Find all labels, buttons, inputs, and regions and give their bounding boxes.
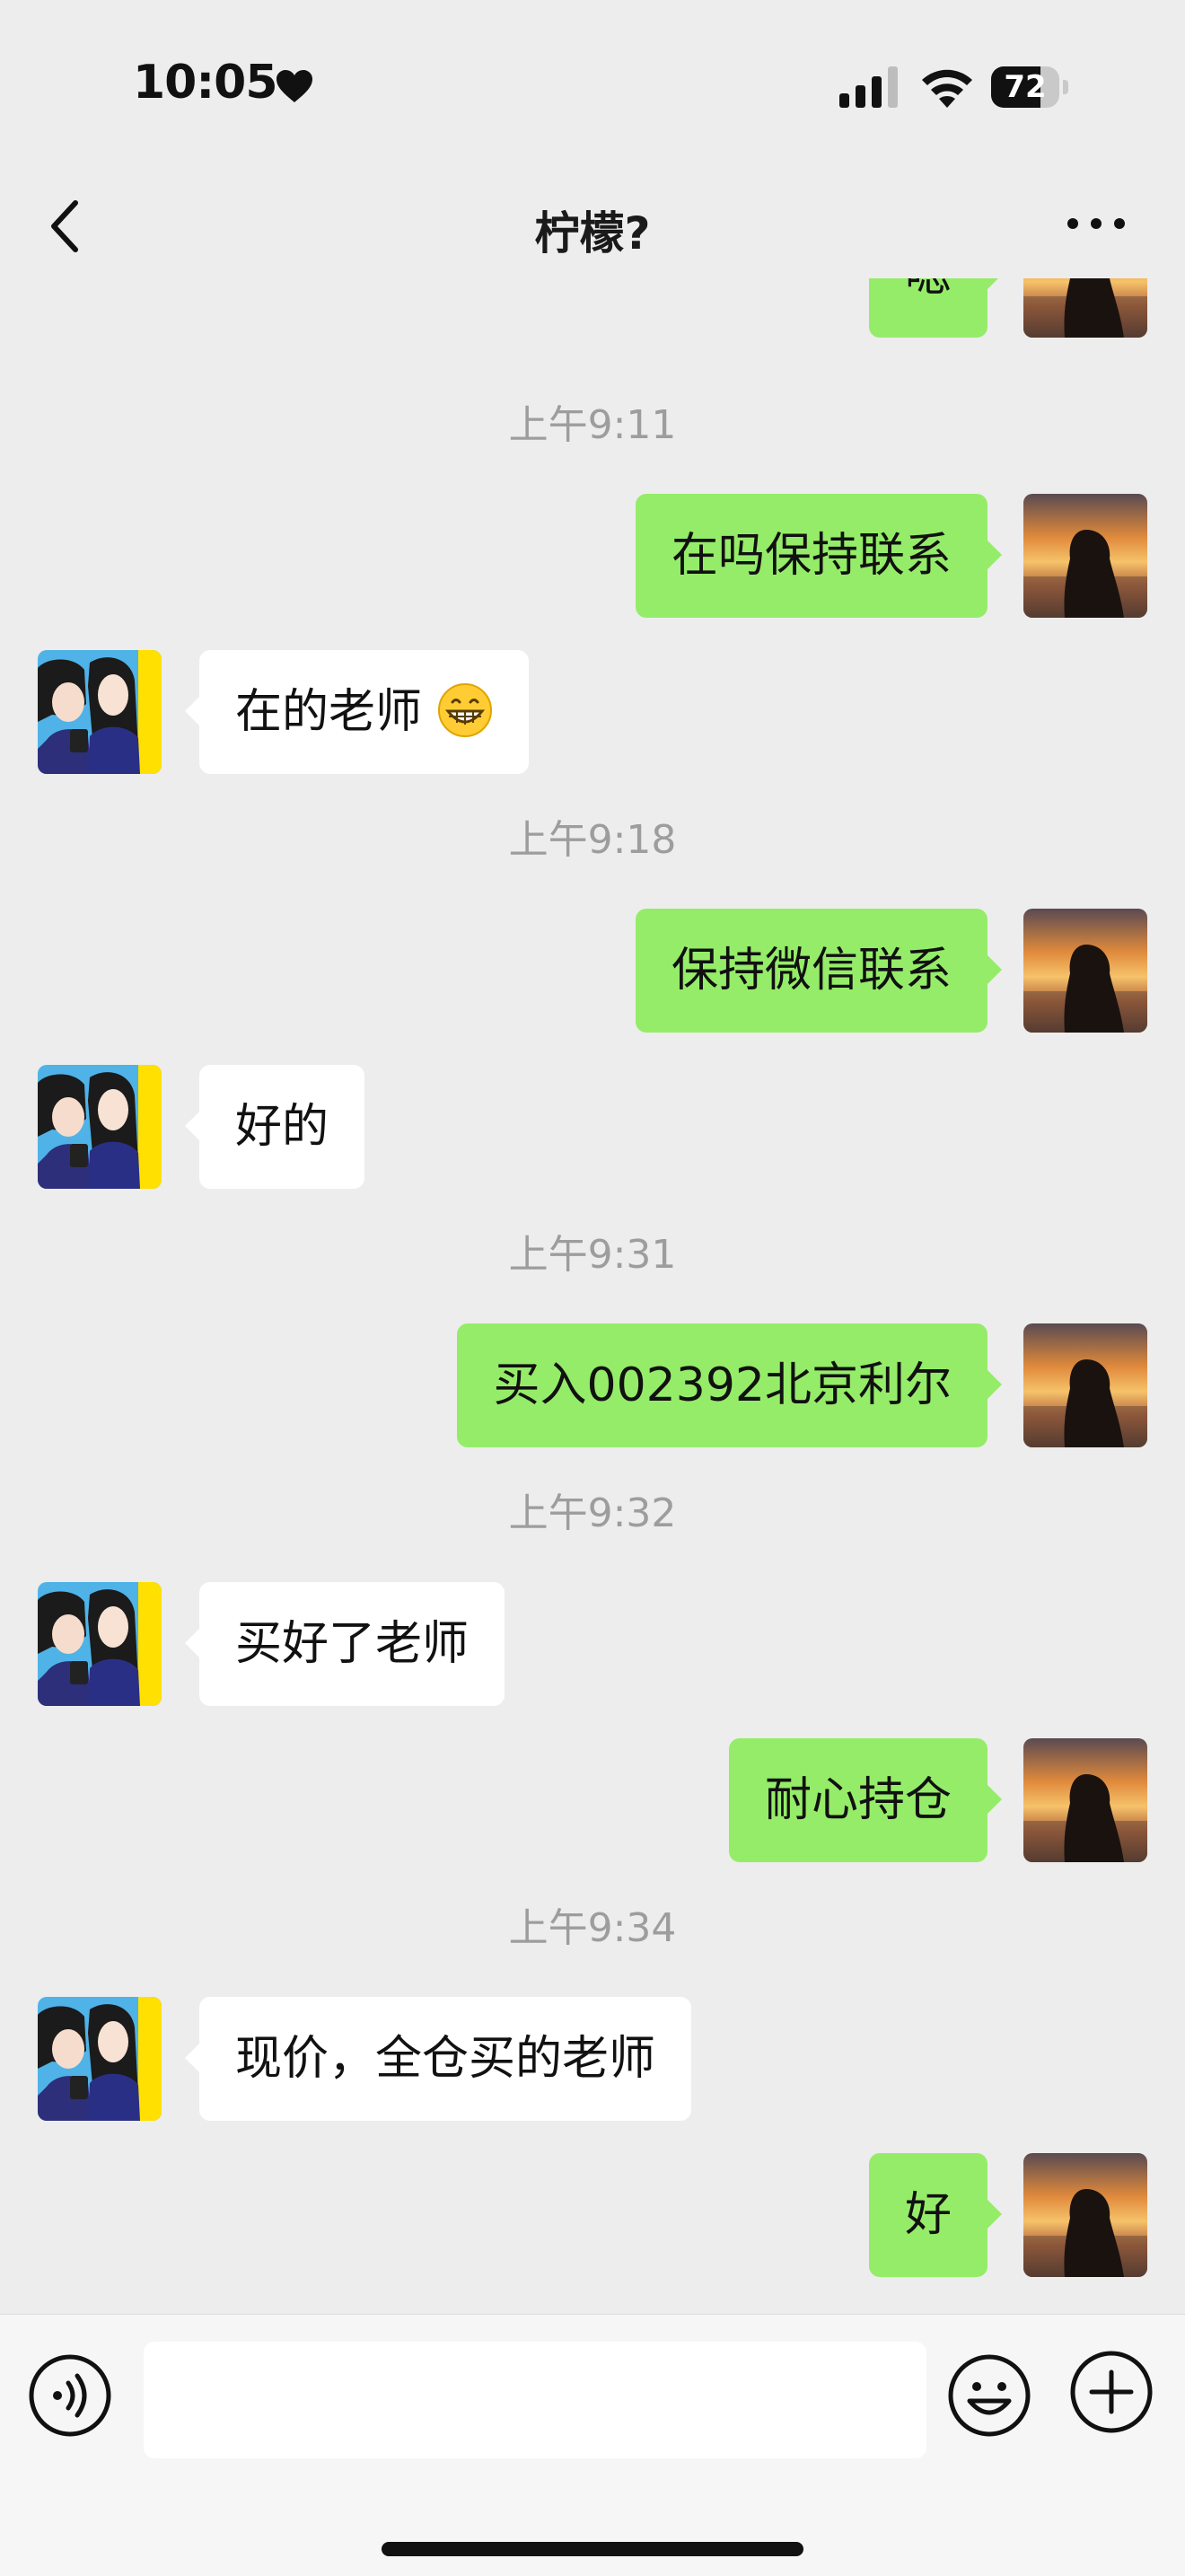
status-time: 10:05: [133, 56, 278, 110]
chat-header: 柠檬?: [0, 171, 1185, 278]
message-text: 好的: [235, 1100, 329, 1154]
contact-avatar[interactable]: [38, 1065, 162, 1189]
message-text: 买好了老师: [235, 1617, 470, 1671]
home-indicator[interactable]: [382, 2542, 803, 2556]
chat-title: 柠檬?: [534, 207, 651, 259]
wifi-icon: [922, 69, 972, 108]
outgoing-message-bubble[interactable]: 好: [868, 2153, 1003, 2277]
incoming-message-bubble[interactable]: 现价，全仓买的老师: [184, 1997, 692, 2121]
battery-indicator: 72: [991, 66, 1068, 108]
message-input[interactable]: [144, 2342, 926, 2458]
message-text: 现价，全仓买的老师: [235, 2032, 656, 2086]
message-text: 在的老师: [235, 685, 423, 739]
contact-avatar[interactable]: [38, 1997, 162, 2121]
my-avatar[interactable]: [1023, 278, 1147, 338]
message-list[interactable]: 嗯 上午9:11 在吗保持联系 在的老师 上午9:18 保持微信联系 好的 上午…: [0, 278, 1185, 2314]
emoji-smiley-icon[interactable]: [946, 2352, 1032, 2439]
contact-avatar[interactable]: [38, 1582, 162, 1706]
heart-icon: [276, 70, 312, 102]
incoming-message-bubble[interactable]: 在的老师: [185, 650, 529, 774]
outgoing-message-bubble[interactable]: 嗯: [868, 278, 1003, 338]
my-avatar[interactable]: [1023, 1738, 1147, 1862]
message-timestamp: 上午9:11: [508, 402, 677, 448]
message-timestamp: 上午9:18: [508, 817, 677, 863]
outgoing-message-bubble[interactable]: 买入002392北京利尔: [457, 1323, 1002, 1447]
my-avatar[interactable]: [1023, 909, 1147, 1033]
back-chevron-icon[interactable]: [45, 198, 84, 255]
contact-avatar[interactable]: [38, 650, 162, 774]
message-text: 嗯: [905, 278, 952, 303]
grinning-face-emoji-icon: [437, 683, 492, 737]
battery-level: 72: [1004, 69, 1047, 105]
cellular-signal-icon: [839, 66, 898, 108]
voice-icon[interactable]: [27, 2352, 113, 2439]
outgoing-message-bubble[interactable]: 保持微信联系: [635, 909, 1003, 1033]
composer-bar: [0, 2314, 1185, 2576]
incoming-message-bubble[interactable]: 买好了老师: [184, 1582, 505, 1706]
message-text: 在吗保持联系: [671, 529, 952, 583]
status-bar: 10:05 72: [0, 0, 1185, 171]
outgoing-message-bubble[interactable]: 在吗保持联系: [635, 494, 1003, 618]
my-avatar[interactable]: [1023, 2153, 1147, 2277]
outgoing-message-bubble[interactable]: 耐心持仓: [728, 1738, 1003, 1862]
message-text: 买入002392北京利尔: [493, 1358, 952, 1412]
my-avatar[interactable]: [1023, 494, 1147, 618]
message-text: 保持微信联系: [671, 944, 952, 998]
message-timestamp: 上午9:34: [508, 1905, 677, 1951]
plus-icon[interactable]: [1068, 2349, 1154, 2435]
message-timestamp: 上午9:31: [508, 1232, 677, 1278]
message-text: 耐心持仓: [764, 1773, 952, 1827]
incoming-message-bubble[interactable]: 好的: [184, 1065, 365, 1189]
message-text: 好: [904, 2188, 952, 2242]
my-avatar[interactable]: [1023, 1323, 1147, 1447]
more-dots-icon[interactable]: [1065, 210, 1128, 237]
message-timestamp: 上午9:32: [508, 1490, 677, 1536]
